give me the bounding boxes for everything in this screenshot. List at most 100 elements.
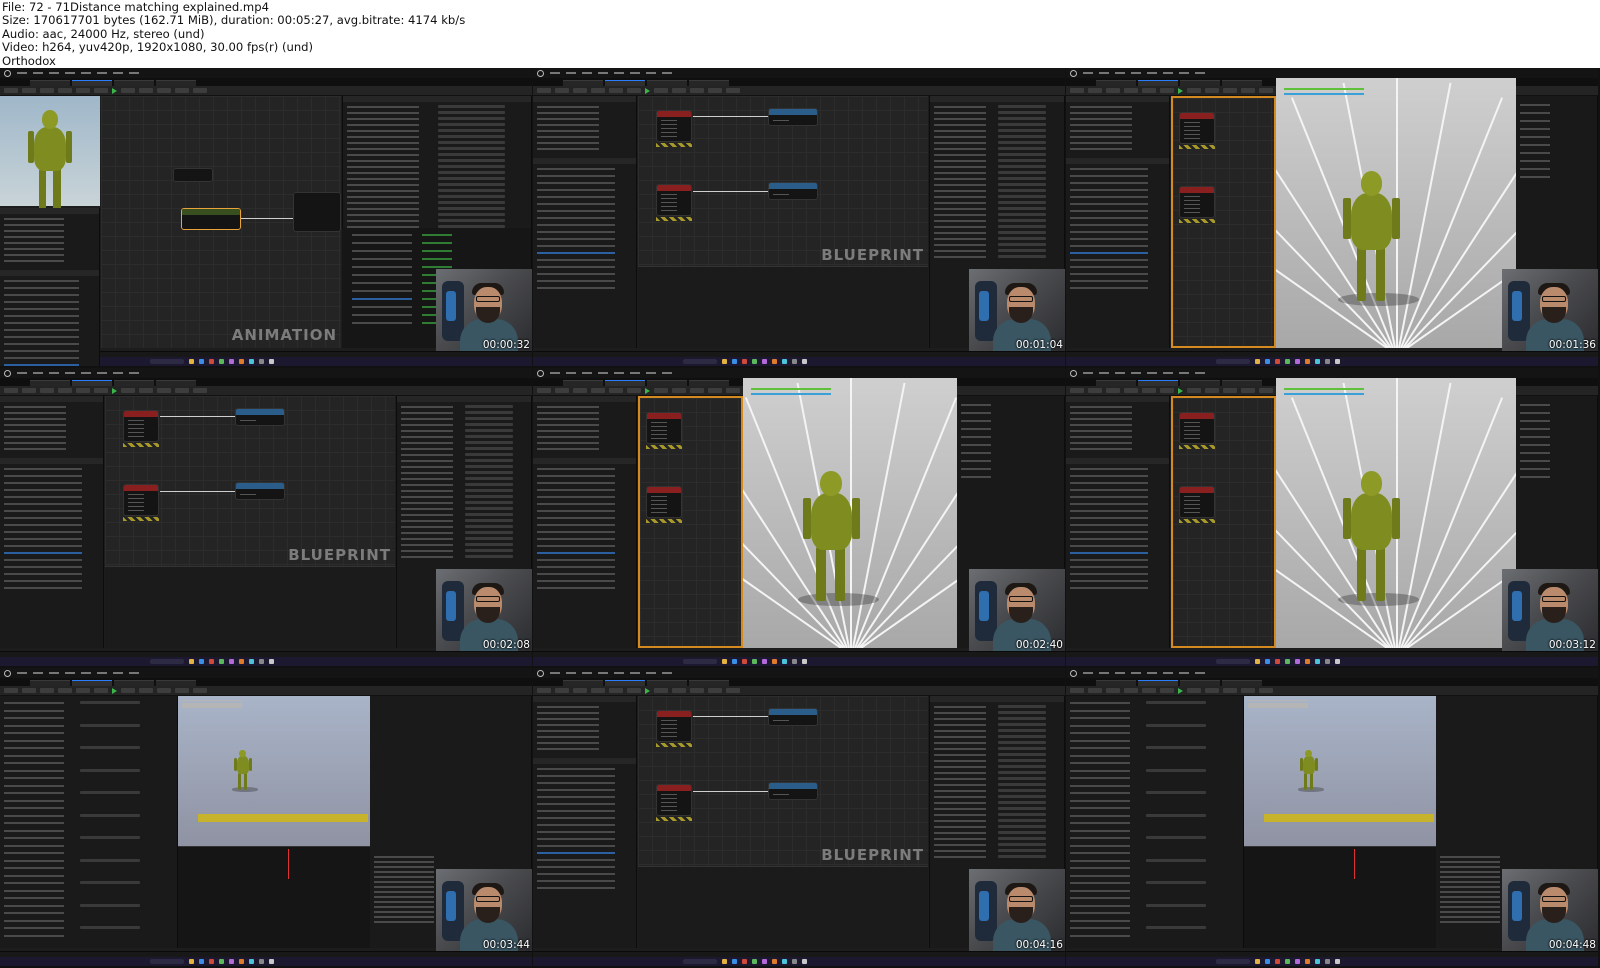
menu-item[interactable] <box>97 72 107 74</box>
toolbar-button[interactable] <box>139 88 153 93</box>
taskbar-app-icon[interactable] <box>762 359 767 364</box>
menu-item[interactable] <box>17 372 27 374</box>
taskbar-app-icon[interactable] <box>269 359 274 364</box>
toolbar-button[interactable] <box>627 88 641 93</box>
toolbar-button[interactable] <box>94 388 108 393</box>
taskbar-app-icon[interactable] <box>792 959 797 964</box>
taskbar-search[interactable] <box>683 959 717 964</box>
menu-item[interactable] <box>81 72 91 74</box>
menu-item[interactable] <box>1131 672 1141 674</box>
node-pin[interactable] <box>661 794 677 795</box>
menu-item[interactable] <box>614 72 624 74</box>
taskbar-app-icon[interactable] <box>199 659 204 664</box>
taskbar-app-icon[interactable] <box>1265 359 1270 364</box>
node-pin[interactable] <box>128 432 144 433</box>
toolbar-button[interactable] <box>1142 688 1156 693</box>
toolbar-button[interactable] <box>1124 88 1138 93</box>
taskbar-app-icon[interactable] <box>742 359 747 364</box>
menu-item[interactable] <box>1099 72 1109 74</box>
taskbar-app-icon[interactable] <box>1335 359 1340 364</box>
taskbar-app-icon[interactable] <box>722 959 727 964</box>
node-pin[interactable] <box>651 508 667 509</box>
toolbar-button[interactable] <box>40 388 54 393</box>
toolbar-button[interactable] <box>76 388 90 393</box>
taskbar-search[interactable] <box>150 659 184 664</box>
taskbar-app-icon[interactable] <box>1325 659 1330 664</box>
node-pin[interactable] <box>1184 130 1200 131</box>
menu-item[interactable] <box>49 72 59 74</box>
taskbar-app-icon[interactable] <box>1255 359 1260 364</box>
toolbar-button[interactable] <box>1205 688 1219 693</box>
menu-item[interactable] <box>614 372 624 374</box>
menu-item[interactable] <box>1131 72 1141 74</box>
taskbar-app-icon[interactable] <box>1275 659 1280 664</box>
taskbar-app-icon[interactable] <box>752 659 757 664</box>
node-pin[interactable] <box>128 420 144 421</box>
toolbar-button[interactable] <box>139 688 153 693</box>
menu-item[interactable] <box>582 72 592 74</box>
playhead-marker[interactable] <box>288 849 289 879</box>
taskbar-app-icon[interactable] <box>199 959 204 964</box>
toolbar-button[interactable] <box>1124 388 1138 393</box>
menu-item[interactable] <box>97 672 107 674</box>
node-pin[interactable] <box>128 494 144 495</box>
menu-item[interactable] <box>550 372 560 374</box>
node-pin[interactable] <box>1184 126 1200 127</box>
toolbar-button[interactable] <box>121 388 135 393</box>
menu-item[interactable] <box>1195 672 1205 674</box>
toolbar-button[interactable] <box>157 688 171 693</box>
menu-item[interactable] <box>1083 72 1093 74</box>
taskbar-app-icon[interactable] <box>742 659 747 664</box>
taskbar-app-icon[interactable] <box>1255 659 1260 664</box>
node-pin[interactable] <box>773 120 789 121</box>
taskbar-app-icon[interactable] <box>249 359 254 364</box>
node-pin[interactable] <box>651 422 667 423</box>
taskbar-search[interactable] <box>683 659 717 664</box>
menu-item[interactable] <box>113 72 123 74</box>
toolbar-button[interactable] <box>627 688 641 693</box>
menu-item[interactable] <box>81 372 91 374</box>
toolbar-button[interactable] <box>40 688 54 693</box>
play-icon[interactable] <box>112 387 117 394</box>
taskbar-app-icon[interactable] <box>772 959 777 964</box>
toolbar-button[interactable] <box>121 688 135 693</box>
menu-item[interactable] <box>49 672 59 674</box>
toolbar-button[interactable] <box>1106 88 1120 93</box>
taskbar-app-icon[interactable] <box>1275 359 1280 364</box>
taskbar-app-icon[interactable] <box>219 959 224 964</box>
toolbar-button[interactable] <box>537 688 551 693</box>
toolbar-button[interactable] <box>609 688 623 693</box>
taskbar-app-icon[interactable] <box>1295 359 1300 364</box>
menu-item[interactable] <box>1147 372 1157 374</box>
taskbar-app-icon[interactable] <box>239 659 244 664</box>
play-icon[interactable] <box>1178 387 1183 394</box>
taskbar-app-icon[interactable] <box>722 359 727 364</box>
taskbar-app-icon[interactable] <box>1265 959 1270 964</box>
menu-item[interactable] <box>614 672 624 674</box>
menu-item[interactable] <box>1147 672 1157 674</box>
toolbar-button[interactable] <box>1106 688 1120 693</box>
taskbar-app-icon[interactable] <box>1285 359 1290 364</box>
node-pin[interactable] <box>1184 122 1200 123</box>
toolbar-button[interactable] <box>94 88 108 93</box>
node-pin[interactable] <box>661 724 677 725</box>
taskbar-app-icon[interactable] <box>229 659 234 664</box>
taskbar-app-icon[interactable] <box>722 659 727 664</box>
taskbar-search[interactable] <box>1216 959 1250 964</box>
node-pin[interactable] <box>773 194 789 195</box>
toolbar-button[interactable] <box>1259 88 1273 93</box>
taskbar-search[interactable] <box>1216 659 1250 664</box>
toolbar-button[interactable] <box>1187 388 1201 393</box>
menu-item[interactable] <box>1099 672 1109 674</box>
node-pin[interactable] <box>240 420 256 421</box>
toolbar-button[interactable] <box>708 88 722 93</box>
menu-item[interactable] <box>129 72 139 74</box>
menu-item[interactable] <box>1163 72 1173 74</box>
node-pin[interactable] <box>240 494 256 495</box>
menu-item[interactable] <box>129 372 139 374</box>
menu-item[interactable] <box>1099 372 1109 374</box>
play-icon[interactable] <box>1178 687 1183 694</box>
toolbar-button[interactable] <box>4 88 18 93</box>
taskbar-search[interactable] <box>150 959 184 964</box>
toolbar-button[interactable] <box>1223 88 1237 93</box>
